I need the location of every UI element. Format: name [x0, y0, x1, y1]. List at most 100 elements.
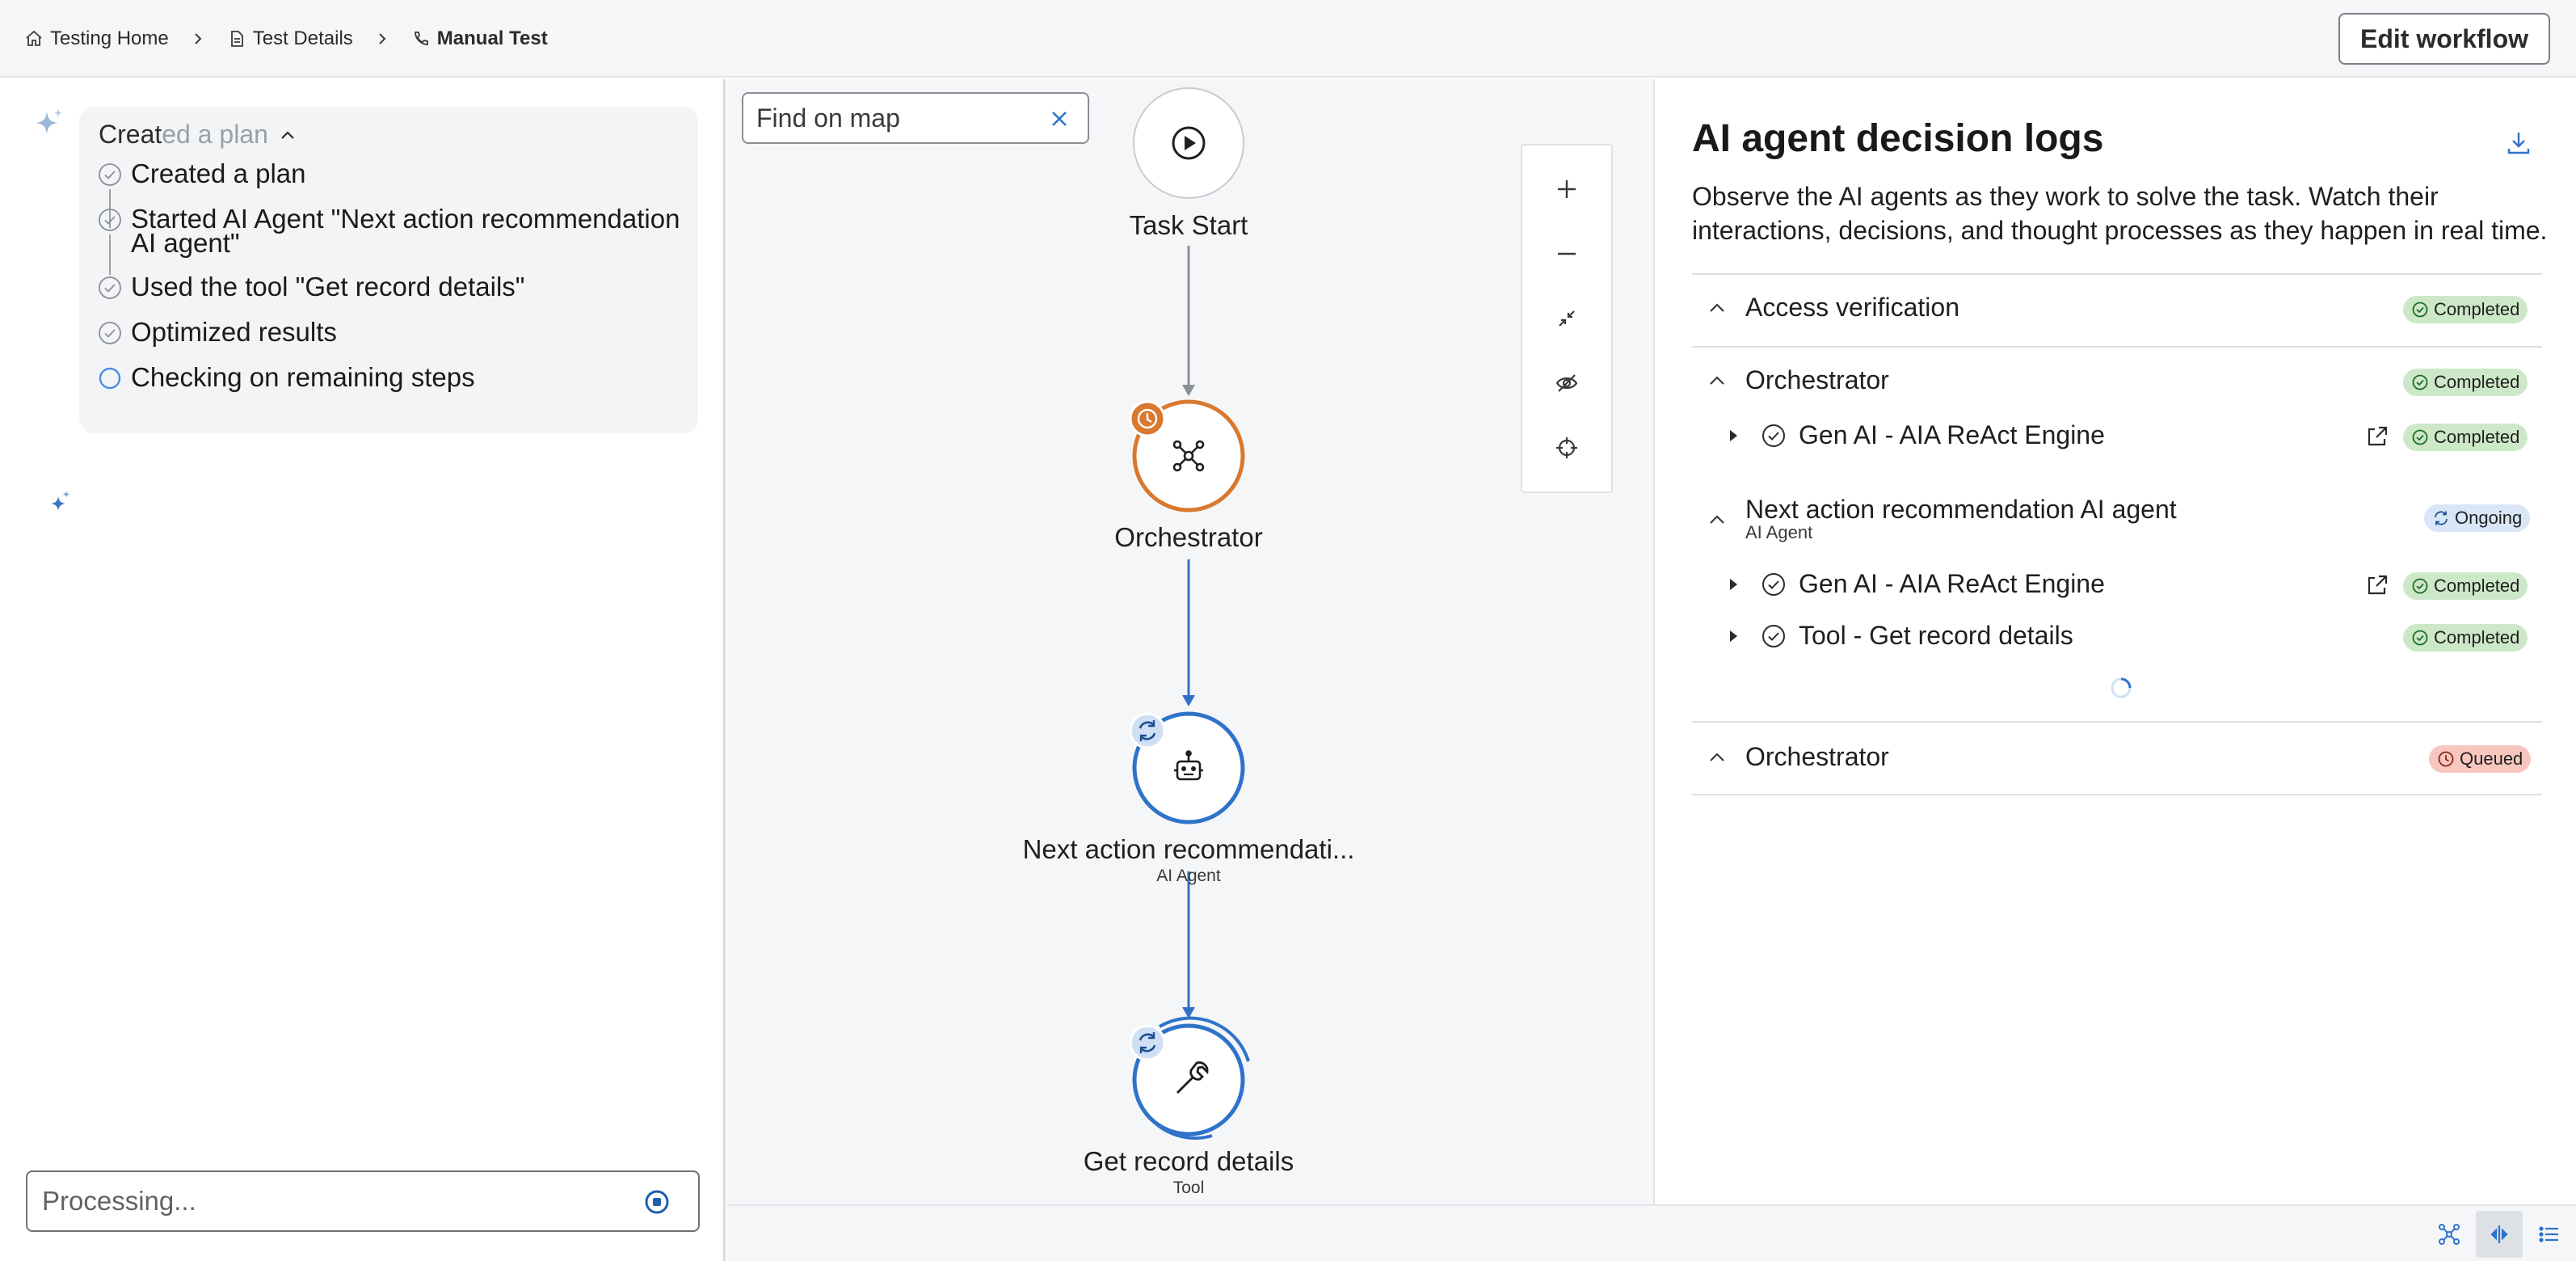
- toggle-visibility-button[interactable]: [1522, 351, 1611, 415]
- plan-step-label: Used the tool "Get record details": [131, 272, 525, 302]
- top-bar: Testing Home Test Details Manual Test Ed…: [0, 0, 2576, 78]
- plan-step: Checking on remaining steps: [97, 364, 687, 391]
- status-badge: Completed: [2403, 369, 2528, 396]
- status-badge-label: Completed: [2434, 427, 2520, 447]
- plan-step: Created a plan: [97, 158, 687, 228]
- split-view-button[interactable]: [2476, 1211, 2523, 1258]
- caret-right-icon: [1730, 578, 1737, 590]
- edit-workflow-button[interactable]: Edit workflow: [2338, 13, 2550, 65]
- breadcrumb: Testing Home Test Details Manual Test: [24, 24, 548, 53]
- list-icon: [2539, 1226, 2558, 1242]
- log-section-title: Orchestrator: [1745, 742, 1889, 771]
- panel-description: Observe the AI agents as they work to so…: [1692, 182, 2548, 245]
- log-section-title: Orchestrator: [1745, 365, 1889, 394]
- breadcrumb-item-testing-home[interactable]: Testing Home: [24, 27, 169, 50]
- split-view-icon: [2490, 1225, 2508, 1243]
- node-label[interactable]: Orchestrator: [1027, 522, 1350, 553]
- status-badge-label: Ongoing: [2455, 508, 2523, 528]
- decision-logs-panel: AI agent decision logs Observe the AI ag…: [1653, 79, 2576, 1204]
- workflow-map[interactable]: Find on map Task Start Orchestrator Next…: [727, 79, 1653, 1204]
- check-circle-icon: [99, 276, 121, 299]
- step-connector: [109, 234, 111, 275]
- zoom-out-button[interactable]: [1522, 221, 1611, 286]
- graph-view-button[interactable]: [2426, 1211, 2473, 1258]
- node-tool: [1129, 1016, 1250, 1140]
- progress-circle-icon: [99, 367, 121, 390]
- breadcrumb-label: Test Details: [252, 27, 353, 49]
- clock-badge-icon: [1129, 400, 1166, 437]
- panel-title: AI agent decision logs: [1692, 117, 2104, 160]
- status-badge: Queued: [2429, 745, 2532, 773]
- plan-step-label: Created a plan: [131, 158, 306, 188]
- sync-badge-icon: [1129, 712, 1166, 749]
- close-icon[interactable]: [1049, 108, 1070, 129]
- status-badge: Completed: [2403, 424, 2528, 451]
- divider: [1692, 794, 2542, 795]
- connector-arrow: [1182, 385, 1195, 396]
- node-task-start: [1133, 87, 1244, 199]
- log-row-label: Gen AI - AIA ReAct Engine: [1799, 569, 2105, 598]
- breadcrumb-label: Manual Test: [436, 27, 548, 49]
- find-on-map-placeholder: Find on map: [756, 103, 900, 133]
- log-section-header[interactable]: Access verification: [1707, 293, 1959, 323]
- check-circle-icon: [99, 322, 121, 344]
- log-section-subtitle: AI Agent: [1745, 522, 1813, 542]
- plan-header-text-faded: ed a plan: [162, 120, 268, 149]
- chat-input-placeholder: Processing...: [42, 1186, 196, 1216]
- connector-arrow: [1182, 695, 1195, 706]
- phone-icon: [414, 32, 428, 45]
- collapse-icon: [1559, 310, 1575, 327]
- stop-icon[interactable]: [645, 1190, 669, 1214]
- log-row[interactable]: Gen AI - AIA ReAct Engine: [1724, 569, 2105, 599]
- plan-header[interactable]: Created a plan: [99, 120, 297, 150]
- check-circle-icon: [1762, 424, 1785, 447]
- plus-icon: [1558, 180, 1576, 198]
- open-external-icon[interactable]: [2364, 424, 2390, 449]
- node-label[interactable]: Get record details: [1027, 1146, 1350, 1177]
- status-badge: Ongoing: [2424, 504, 2531, 532]
- plan-step-list: Created a plan Started AI Agent "Next ac…: [97, 158, 687, 411]
- caret-right-icon: [1730, 630, 1737, 642]
- check-circle-icon: [1762, 572, 1785, 596]
- network-icon: [2439, 1224, 2460, 1245]
- eye-off-icon: [1555, 374, 1578, 392]
- download-icon[interactable]: [2505, 129, 2532, 157]
- status-badge: Completed: [2403, 572, 2528, 600]
- list-view-button[interactable]: [2526, 1211, 2573, 1258]
- status-badge-label: Completed: [2434, 299, 2520, 319]
- status-badge: Completed: [2403, 296, 2528, 323]
- recenter-button[interactable]: [1522, 415, 1611, 480]
- log-section-title: Access verification: [1745, 293, 1959, 322]
- node-label[interactable]: Task Start: [1027, 210, 1350, 241]
- node-type-label: AI Agent: [1156, 867, 1221, 885]
- sync-icon: [2435, 511, 2448, 525]
- home-icon: [26, 30, 42, 46]
- plan-card: Created a plan Created a plan Started AI…: [79, 107, 698, 433]
- check-circle-icon: [2412, 429, 2428, 445]
- breadcrumb-item-manual-test[interactable]: Manual Test: [411, 27, 548, 50]
- chat-input[interactable]: Processing...: [26, 1170, 700, 1232]
- breadcrumb-label: Testing Home: [50, 27, 169, 49]
- zoom-in-button[interactable]: [1522, 157, 1611, 221]
- breadcrumb-item-test-details[interactable]: Test Details: [227, 27, 353, 50]
- check-circle-icon: [1762, 624, 1785, 647]
- loading-spinner-icon: [2111, 677, 2132, 698]
- fit-to-screen-button[interactable]: [1522, 286, 1611, 351]
- find-on-map-input[interactable]: Find on map: [742, 92, 1089, 144]
- chevron-up-icon: [1710, 375, 1724, 385]
- log-section-header[interactable]: Orchestrator: [1707, 365, 1889, 395]
- crosshair-icon: [1556, 437, 1577, 458]
- sync-badge-icon: [1129, 1024, 1166, 1061]
- sparkle-icon: [51, 491, 70, 511]
- plan-panel: Created a plan Created a plan Started AI…: [0, 79, 726, 1261]
- open-external-icon[interactable]: [2364, 572, 2390, 598]
- divider: [1692, 346, 2542, 348]
- plan-header-text: Creat: [99, 120, 162, 149]
- log-row[interactable]: Tool - Get record details: [1724, 621, 2073, 651]
- status-badge-label: Queued: [2460, 749, 2523, 769]
- node-label[interactable]: Next action recommendati...: [987, 834, 1391, 865]
- log-section-header[interactable]: Orchestrator: [1707, 742, 1889, 772]
- document-icon: [230, 31, 243, 47]
- status-badge: Completed: [2403, 624, 2528, 652]
- log-row[interactable]: Gen AI - AIA ReAct Engine: [1724, 420, 2105, 450]
